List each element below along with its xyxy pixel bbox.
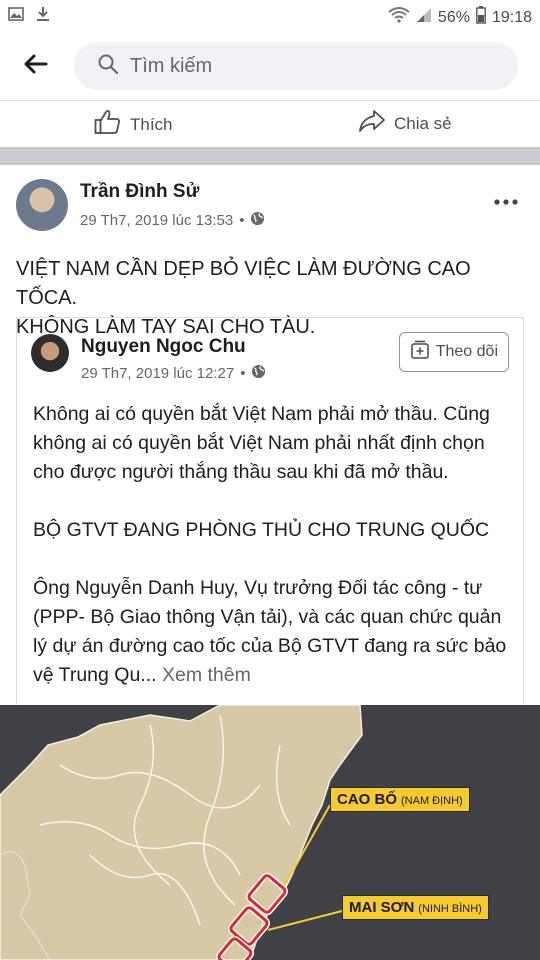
more-options-button[interactable] <box>494 189 518 210</box>
shared-post-timestamp[interactable]: 29 Th7, 2019 lúc 12:27 <box>81 365 234 382</box>
post-author[interactable]: Trần Đình Sử <box>80 181 199 203</box>
shared-paragraph: Ông Nguyễn Danh Huy, Vụ trưởng Đối tác c… <box>33 574 519 690</box>
back-button[interactable] <box>18 48 54 84</box>
thumbs-up-icon <box>94 109 122 140</box>
avatar[interactable] <box>16 179 68 231</box>
post: Trần Đình Sử 29 Th7, 2019 lúc 13:53 • VI… <box>0 165 540 960</box>
see-more-link[interactable]: Xem thêm <box>162 664 251 686</box>
map-label-cao-bo: CAO BỐ (NAM ĐỊNH) <box>330 787 470 812</box>
more-icon <box>494 189 518 209</box>
post-timestamp[interactable]: 29 Th7, 2019 lúc 13:53 <box>80 212 233 229</box>
status-bar: 56% 19:18 <box>0 0 540 34</box>
like-button[interactable]: Thích <box>94 109 173 140</box>
shared-avatar[interactable] <box>31 334 69 372</box>
follow-label: Theo dõi <box>435 343 498 360</box>
image-icon <box>8 7 24 26</box>
globe-icon <box>250 211 265 230</box>
signal-icon <box>416 7 432 28</box>
reaction-bar: Thích Chia sẻ <box>0 101 540 147</box>
shared-paragraph-heading: BỘ GTVT ĐANG PHÒNG THỦ CHO TRUNG QUỐC <box>33 519 490 541</box>
like-label: Thích <box>130 114 173 134</box>
battery-percent: 56% <box>437 8 470 26</box>
shared-paragraph-text: Ông Nguyễn Danh Huy, Vụ trưởng Đối tác c… <box>33 577 507 686</box>
share-button[interactable]: Chia sẻ <box>358 109 452 138</box>
follow-button[interactable]: Theo dõi <box>398 332 509 372</box>
back-arrow-icon <box>24 54 48 79</box>
map-illustration <box>0 705 363 960</box>
post-meta: 29 Th7, 2019 lúc 13:53 • <box>80 211 265 230</box>
map-label-main: CAO BỐ <box>337 791 397 808</box>
feed-separator <box>0 147 540 165</box>
shared-post-meta: 29 Th7, 2019 lúc 12:27 • <box>81 364 266 383</box>
battery-icon <box>476 6 486 29</box>
search-box[interactable] <box>74 42 518 90</box>
share-label: Chia sẻ <box>394 113 452 133</box>
search-header <box>0 34 540 100</box>
shared-post-author[interactable]: Nguyen Ngoc Chu <box>81 336 246 358</box>
map-label-sub: (NINH BÌNH) <box>418 903 482 915</box>
meta-separator: • <box>239 212 245 229</box>
share-arrow-icon <box>358 109 386 138</box>
search-icon <box>98 54 119 79</box>
wifi-icon <box>388 7 410 28</box>
map-label-main: MAI SƠN <box>349 899 415 916</box>
download-icon <box>36 6 50 27</box>
follow-icon <box>410 340 430 365</box>
map-image[interactable]: CAO BỐ (NAM ĐỊNH) MAI SƠN (NINH BÌNH) <box>0 705 540 960</box>
map-label-mai-son: MAI SƠN (NINH BÌNH) <box>342 895 489 920</box>
search-input[interactable] <box>130 54 470 78</box>
clock: 19:18 <box>491 8 532 26</box>
globe-icon <box>251 364 266 383</box>
shared-post-card[interactable]: Nguyen Ngoc Chu 29 Th7, 2019 lúc 12:27 •… <box>16 317 524 707</box>
shared-post-body: Không ai có quyền bắt Việt Nam phải mở t… <box>33 400 519 690</box>
shared-paragraph: Không ai có quyền bắt Việt Nam phải mở t… <box>33 403 490 483</box>
meta-separator: • <box>240 365 246 382</box>
map-label-sub: (NAM ĐỊNH) <box>401 795 463 807</box>
